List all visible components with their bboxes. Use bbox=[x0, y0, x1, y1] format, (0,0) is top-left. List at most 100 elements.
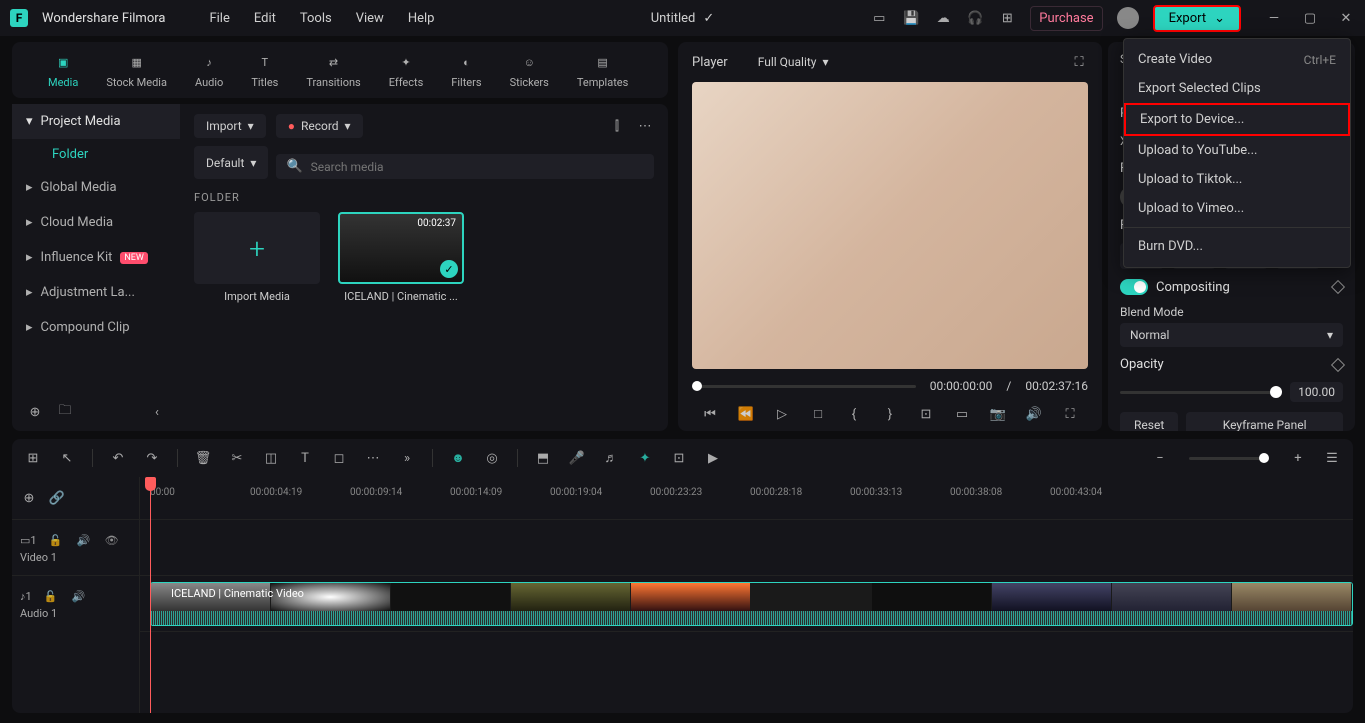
tab-stickers[interactable]: ☺Stickers bbox=[498, 48, 561, 93]
mute-icon[interactable]: 🔊 bbox=[75, 531, 93, 549]
mark-out-icon[interactable]: } bbox=[881, 405, 899, 423]
video-lane[interactable]: ICELAND | Cinematic Video bbox=[140, 575, 1353, 631]
avatar[interactable] bbox=[1117, 7, 1139, 29]
maximize-icon[interactable]: ▢ bbox=[1301, 9, 1319, 27]
import-media-card[interactable]: + Import Media bbox=[194, 212, 320, 303]
tab-templates[interactable]: ▤Templates bbox=[565, 48, 640, 93]
player-preview[interactable] bbox=[692, 82, 1088, 369]
upload-vimeo[interactable]: Upload to Vimeo... bbox=[1124, 194, 1350, 223]
menu-file[interactable]: File bbox=[209, 11, 229, 26]
music-icon[interactable]: ♬ bbox=[602, 449, 620, 467]
ai-icon[interactable]: ☻ bbox=[449, 449, 467, 467]
screen-icon[interactable]: ⊡ bbox=[670, 449, 688, 467]
close-icon[interactable]: ✕ bbox=[1337, 9, 1355, 27]
sidebar-adjustment[interactable]: ▸Adjustment La... bbox=[12, 275, 180, 310]
camera-icon[interactable]: 📷 bbox=[989, 405, 1007, 423]
overflow-icon[interactable]: » bbox=[398, 449, 416, 467]
delete-icon[interactable]: 🗑 bbox=[194, 449, 212, 467]
text-icon[interactable]: T bbox=[296, 449, 314, 467]
mic-icon[interactable]: 🎤 bbox=[568, 449, 586, 467]
fullscreen-icon[interactable]: ⛶ bbox=[1061, 405, 1079, 423]
ratio-icon[interactable]: ⊡ bbox=[917, 405, 935, 423]
mark-in-icon[interactable]: { bbox=[845, 405, 863, 423]
more-tools-icon[interactable]: ⋯ bbox=[364, 449, 382, 467]
headphones-icon[interactable]: 🎧 bbox=[966, 9, 984, 27]
collapse-icon[interactable]: ‹ bbox=[148, 403, 166, 421]
sidebar-influence-kit[interactable]: ▸Influence KitNEW bbox=[12, 240, 180, 275]
search-input[interactable] bbox=[311, 160, 644, 174]
keyframe-icon[interactable] bbox=[1331, 357, 1345, 371]
keyframe-icon[interactable] bbox=[1331, 280, 1345, 294]
media-clip-card[interactable]: 00:02:37 ✓ ICELAND | Cinematic ... bbox=[338, 212, 464, 303]
sidebar-cloud-media[interactable]: ▸Cloud Media bbox=[12, 205, 180, 240]
step-back-icon[interactable]: ⏪ bbox=[737, 405, 755, 423]
crop-icon[interactable]: ◫ bbox=[262, 449, 280, 467]
volume-icon[interactable]: 🔊 bbox=[1025, 405, 1043, 423]
timeline-ruler[interactable]: 00:00 00:00:04:19 00:00:09:14 00:00:14:0… bbox=[140, 477, 1353, 519]
filter-icon[interactable]: ⫿ bbox=[608, 117, 626, 135]
keyframe-panel-button[interactable]: Keyframe Panel bbox=[1186, 412, 1343, 431]
record-dropdown[interactable]: ●Record▾ bbox=[276, 114, 363, 138]
tab-transitions[interactable]: ⇄Transitions bbox=[294, 48, 372, 93]
purchase-button[interactable]: Purchase bbox=[1030, 6, 1102, 31]
sidebar-folder[interactable]: Folder bbox=[12, 139, 180, 170]
scrub-track[interactable] bbox=[692, 385, 916, 388]
burn-dvd[interactable]: Burn DVD... bbox=[1124, 232, 1350, 261]
pointer-icon[interactable]: ↖ bbox=[58, 449, 76, 467]
upload-youtube[interactable]: Upload to YouTube... bbox=[1124, 136, 1350, 165]
cut-icon[interactable]: ✂ bbox=[228, 449, 246, 467]
audio-lane[interactable] bbox=[140, 631, 1353, 687]
compositing-toggle[interactable] bbox=[1120, 279, 1148, 295]
render-icon[interactable]: ▶ bbox=[704, 449, 722, 467]
zoom-out-icon[interactable]: − bbox=[1151, 449, 1169, 467]
menu-view[interactable]: View bbox=[356, 11, 384, 26]
minimize-icon[interactable]: — bbox=[1265, 9, 1283, 27]
shape-icon[interactable]: ◻ bbox=[330, 449, 348, 467]
play-icon[interactable]: ▷ bbox=[773, 405, 791, 423]
slider-thumb[interactable] bbox=[1270, 386, 1282, 398]
save-icon[interactable]: 💾 bbox=[902, 9, 920, 27]
undo-icon[interactable]: ↶ bbox=[109, 449, 127, 467]
menu-help[interactable]: Help bbox=[408, 11, 435, 26]
add-track-icon[interactable]: ⊕ bbox=[20, 489, 38, 507]
export-selected-clips[interactable]: Export Selected Clips bbox=[1124, 74, 1350, 103]
tab-audio[interactable]: ♪Audio bbox=[183, 48, 235, 93]
sidebar-global-media[interactable]: ▸Global Media bbox=[12, 170, 180, 205]
quality-dropdown[interactable]: Full Quality▾ bbox=[746, 50, 841, 74]
opacity-input[interactable]: 100.00 bbox=[1290, 382, 1343, 402]
sort-dropdown[interactable]: Default▾ bbox=[194, 146, 268, 179]
lock-icon[interactable]: 🔓 bbox=[47, 531, 65, 549]
more-icon[interactable]: ⋯ bbox=[636, 117, 654, 135]
prev-icon[interactable]: ⏮ bbox=[701, 405, 719, 423]
opacity-slider[interactable] bbox=[1120, 391, 1282, 394]
stop-icon[interactable]: □ bbox=[809, 405, 827, 423]
export-button[interactable]: Export ⌄ bbox=[1153, 5, 1241, 32]
scrub-thumb[interactable] bbox=[692, 381, 702, 391]
enhance-icon[interactable]: ✦ bbox=[636, 449, 654, 467]
playhead[interactable] bbox=[150, 477, 151, 713]
export-create-video[interactable]: Create Video Ctrl+E bbox=[1124, 45, 1350, 74]
tab-filters[interactable]: ◐Filters bbox=[439, 48, 493, 93]
folder-icon[interactable]: 🗀 bbox=[56, 403, 74, 421]
menu-edit[interactable]: Edit bbox=[254, 11, 276, 26]
export-to-device[interactable]: Export to Device... bbox=[1124, 103, 1350, 136]
menu-tools[interactable]: Tools bbox=[300, 11, 332, 26]
redo-icon[interactable]: ↷ bbox=[143, 449, 161, 467]
grid-icon[interactable]: ⊞ bbox=[24, 449, 42, 467]
target-icon[interactable]: ◎ bbox=[483, 449, 501, 467]
lock-icon[interactable]: 🔓 bbox=[42, 587, 60, 605]
mute-icon[interactable]: 🔊 bbox=[70, 587, 88, 605]
zoom-in-icon[interactable]: + bbox=[1289, 449, 1307, 467]
tab-stock[interactable]: ▦Stock Media bbox=[94, 48, 179, 93]
reset-button[interactable]: Reset bbox=[1120, 412, 1178, 431]
folder-add-icon[interactable]: ⊕ bbox=[26, 403, 44, 421]
tab-effects[interactable]: ✦Effects bbox=[377, 48, 436, 93]
timeline-right[interactable]: 00:00 00:00:04:19 00:00:09:14 00:00:14:0… bbox=[140, 477, 1353, 713]
display-icon[interactable]: ▭ bbox=[953, 405, 971, 423]
sidebar-compound[interactable]: ▸Compound Clip bbox=[12, 310, 180, 345]
video-clip[interactable]: ICELAND | Cinematic Video bbox=[150, 582, 1353, 626]
zoom-slider[interactable] bbox=[1189, 457, 1269, 460]
tab-media[interactable]: ▣Media bbox=[36, 48, 90, 93]
marker-icon[interactable]: ⬒ bbox=[534, 449, 552, 467]
upload-tiktok[interactable]: Upload to Tiktok... bbox=[1124, 165, 1350, 194]
